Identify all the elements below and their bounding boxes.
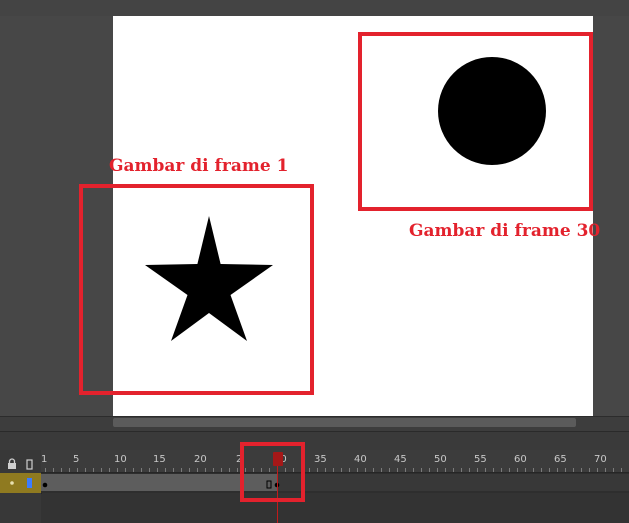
tick-label: 5 (73, 454, 80, 465)
tick-label: 10 (114, 454, 127, 465)
ruler-tick (101, 468, 102, 472)
ruler-tick (477, 468, 478, 472)
ruler-tick (85, 468, 86, 472)
ruler-tick (197, 468, 198, 472)
ruler-tick (581, 468, 582, 472)
tick-label: 35 (314, 454, 327, 465)
ruler-tick (213, 468, 214, 472)
ruler-tick (77, 468, 78, 472)
ruler-tick (165, 468, 166, 472)
highlight-box-frame30 (358, 32, 593, 211)
ruler-tick (453, 468, 454, 472)
ruler-tick (189, 468, 190, 472)
ruler-tick (325, 468, 326, 472)
ruler-tick (613, 468, 614, 472)
scrollbar-thumb[interactable] (113, 418, 576, 427)
ruler-tick (173, 468, 174, 472)
ruler-tick (541, 468, 542, 472)
ruler-tick (341, 468, 342, 472)
ruler-tick (373, 468, 374, 472)
ruler-tick (493, 468, 494, 472)
tick-label: 1 (41, 454, 48, 465)
ruler-tick (557, 468, 558, 472)
visibility-dot-icon (10, 481, 14, 485)
layer-color-icon (27, 478, 32, 488)
caption-frame1: Gambar di frame 1 (109, 156, 289, 176)
ruler-tick (109, 468, 110, 472)
ruler-tick (429, 468, 430, 472)
tick-label: 15 (153, 454, 166, 465)
ruler-tick (605, 468, 606, 472)
ruler-tick (549, 468, 550, 472)
ruler-tick (461, 468, 462, 472)
ruler-tick (509, 468, 510, 472)
ruler-tick (229, 468, 230, 472)
ruler-tick (181, 468, 182, 472)
ruler-tick (413, 468, 414, 472)
layer-header[interactable] (0, 473, 41, 493)
ruler-tick (349, 468, 350, 472)
ruler-tick (389, 468, 390, 472)
ruler-tick (149, 468, 150, 472)
timeline-empty-area (41, 494, 629, 523)
highlight-box-frame1 (79, 184, 314, 395)
ruler-tick (141, 468, 142, 472)
ruler-tick (621, 468, 622, 472)
ruler-tick (517, 468, 518, 472)
tick-label: 45 (394, 454, 407, 465)
ruler-tick (93, 468, 94, 472)
ruler-tick (501, 468, 502, 472)
ruler-tick (445, 468, 446, 472)
tick-label: 40 (354, 454, 367, 465)
ruler-tick (333, 468, 334, 472)
ruler-tick (397, 468, 398, 472)
ruler-tick (437, 468, 438, 472)
ruler-tick (53, 468, 54, 472)
panel-divider[interactable] (0, 431, 629, 451)
ruler-tick (45, 468, 46, 472)
keyframe-icon (42, 482, 48, 488)
ruler-tick (69, 468, 70, 472)
ruler-tick (597, 468, 598, 472)
ruler-tick (125, 468, 126, 472)
ruler-tick (525, 468, 526, 472)
ruler-tick (421, 468, 422, 472)
ruler-tick (133, 468, 134, 472)
ruler-tick (381, 468, 382, 472)
tick-label: 20 (194, 454, 207, 465)
ruler-tick (533, 468, 534, 472)
tick-label: 50 (434, 454, 447, 465)
ruler-tick (357, 468, 358, 472)
caption-frame30: Gambar di frame 30 (409, 221, 601, 241)
ruler-tick (317, 468, 318, 472)
ruler-tick (117, 468, 118, 472)
empty-frames[interactable] (278, 474, 629, 491)
tick-label: 55 (474, 454, 487, 465)
ruler-tick (309, 468, 310, 472)
ruler-tick (485, 468, 486, 472)
lock-icon[interactable] (6, 455, 18, 474)
ruler-tick (237, 468, 238, 472)
ruler-tick (589, 468, 590, 472)
ruler-tick (405, 468, 406, 472)
ruler-tick (61, 468, 62, 472)
tick-label: 65 (554, 454, 567, 465)
ruler-tick (157, 468, 158, 472)
ruler-tick (469, 468, 470, 472)
ruler-tick (221, 468, 222, 472)
ruler-tick (573, 468, 574, 472)
ruler-tick (365, 468, 366, 472)
highlight-box-playhead (240, 442, 305, 502)
tick-label: 70 (594, 454, 607, 465)
ruler-tick (205, 468, 206, 472)
workspace-top-strip (0, 0, 629, 16)
ruler-tick (565, 468, 566, 472)
tick-label: 60 (514, 454, 527, 465)
frame-ruler[interactable]: 1 5 10 15 20 2 30 35 40 45 50 55 60 65 7… (41, 450, 629, 473)
